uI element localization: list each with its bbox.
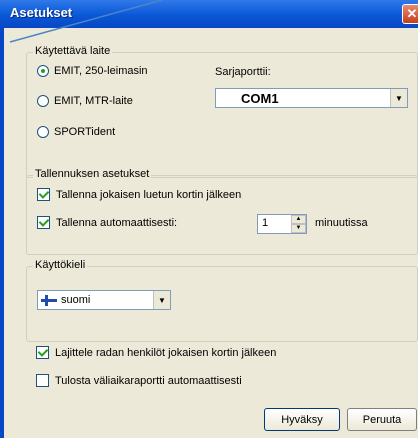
device-option-label: EMIT, 250-leimasin bbox=[54, 65, 148, 77]
language-groupbox: Käyttökieli suomi ▼ bbox=[26, 259, 418, 342]
save-after-each-checkbox[interactable]: Tallenna jokaisen luetun kortin jälkeen bbox=[37, 188, 241, 201]
spin-up-icon[interactable]: ▲ bbox=[291, 215, 306, 224]
autosave-label: Tallenna automaattisesti: bbox=[56, 216, 178, 229]
radio-emit-mtr[interactable] bbox=[37, 95, 49, 107]
language-group-legend: Käyttökieli bbox=[33, 259, 88, 271]
sort-runners-label: Lajittele radan henkilöt jokaisen kortin… bbox=[55, 346, 277, 359]
cancel-button-label: Peruuta bbox=[362, 413, 402, 426]
serial-port-label: Sarjaporttii: bbox=[215, 66, 271, 78]
checkbox-sort-runners[interactable] bbox=[36, 346, 49, 359]
sort-runners-checkbox[interactable]: Lajittele radan henkilöt jokaisen kortin… bbox=[36, 346, 276, 359]
language-value: suomi bbox=[61, 294, 91, 306]
save-group-legend: Tallennuksen asetukset bbox=[33, 168, 152, 180]
annotation-arrow-line bbox=[9, 0, 163, 43]
chevron-down-icon[interactable]: ▼ bbox=[153, 291, 170, 309]
device-option-label: SPORTident bbox=[54, 126, 116, 138]
radio-emit-250[interactable] bbox=[37, 65, 49, 77]
device-option-sportident[interactable]: SPORTident bbox=[37, 126, 115, 138]
settings-dialog: Asetukset ✕ Käytettävä laite EMIT, 250-l… bbox=[0, 0, 418, 438]
autosave-unit-label: minuutissa bbox=[315, 217, 368, 229]
autosave-interval-spinner[interactable]: 1 ▲ ▼ bbox=[257, 214, 307, 234]
dialog-body: Käytettävä laite EMIT, 250-leimasin EMIT… bbox=[0, 28, 418, 438]
save-after-each-label: Tallenna jokaisen luetun kortin jälkeen bbox=[56, 188, 242, 201]
finnish-flag-icon bbox=[41, 294, 57, 306]
autosave-interval-value: 1 bbox=[262, 217, 269, 229]
autosave-checkbox[interactable]: Tallenna automaattisesti: bbox=[37, 216, 177, 229]
device-groupbox: Käytettävä laite EMIT, 250-leimasin EMIT… bbox=[26, 45, 418, 178]
print-report-label: Tulosta väliaikaraportti automaattisesti bbox=[55, 374, 242, 387]
serial-port-value: COM1 bbox=[241, 91, 279, 106]
save-settings-groupbox: Tallennuksen asetukset Tallenna jokaisen… bbox=[26, 168, 418, 255]
spin-down-icon[interactable]: ▼ bbox=[291, 224, 306, 233]
checkbox-autosave[interactable] bbox=[37, 216, 50, 229]
chevron-down-icon[interactable]: ▼ bbox=[390, 89, 407, 107]
device-option-emit-250[interactable]: EMIT, 250-leimasin bbox=[37, 65, 148, 77]
cancel-button[interactable]: Peruuta bbox=[347, 408, 417, 431]
device-option-label: EMIT, MTR-laite bbox=[54, 95, 133, 107]
serial-port-combobox[interactable]: COM1 ▼ bbox=[215, 88, 408, 108]
checkbox-save-after-each[interactable] bbox=[37, 188, 50, 201]
language-combobox[interactable]: suomi ▼ bbox=[37, 290, 171, 310]
accept-button-label: Hyväksy bbox=[281, 413, 323, 426]
print-report-checkbox[interactable]: Tulosta väliaikaraportti automaattisesti bbox=[36, 374, 242, 387]
device-option-emit-mtr[interactable]: EMIT, MTR-laite bbox=[37, 95, 133, 107]
checkbox-print-report[interactable] bbox=[36, 374, 49, 387]
accept-button[interactable]: Hyväksy bbox=[264, 408, 340, 431]
spinner-buttons: ▲ ▼ bbox=[291, 215, 306, 233]
radio-sportident[interactable] bbox=[37, 126, 49, 138]
